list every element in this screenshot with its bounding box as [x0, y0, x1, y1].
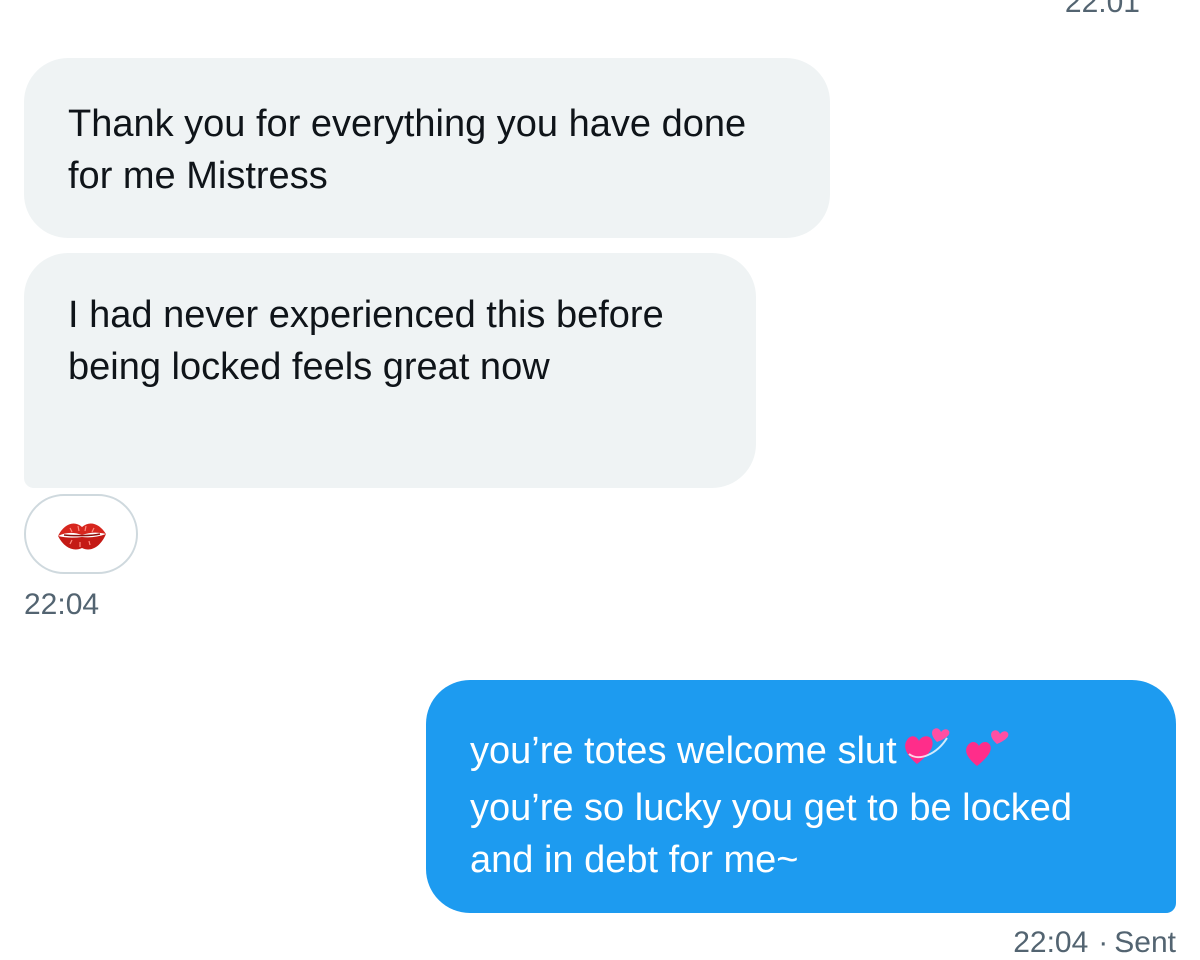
- incoming-timestamp: 22:04: [24, 588, 100, 621]
- two-hearts-icon: [963, 724, 1011, 782]
- sent-status: Sent: [1114, 926, 1176, 959]
- message-text: you’re so lucky you get to be locked and…: [470, 787, 1073, 881]
- kiss-mark-icon: [58, 523, 106, 550]
- outgoing-timestamp: 22:04: [1013, 926, 1089, 959]
- message-reaction[interactable]: [24, 494, 138, 574]
- previous-message-timestamp: 22:01: [1064, 0, 1140, 19]
- message-text: Thank you for everything you have done f…: [68, 103, 747, 197]
- incoming-message-bubble[interactable]: Thank you for everything you have done f…: [24, 58, 830, 238]
- incoming-message-bubble[interactable]: I had never experienced this before bein…: [24, 253, 756, 488]
- outgoing-message-bubble[interactable]: you’re totes welcome slut you’re so luck…: [426, 680, 1176, 913]
- message-text: I had never experienced this before bein…: [68, 294, 664, 388]
- message-text: you’re totes welcome slut: [470, 730, 897, 773]
- message-status: 22:04 · Sent: [1013, 926, 1176, 960]
- separator-dot: ·: [1098, 926, 1109, 959]
- revolving-hearts-icon: [903, 724, 951, 782]
